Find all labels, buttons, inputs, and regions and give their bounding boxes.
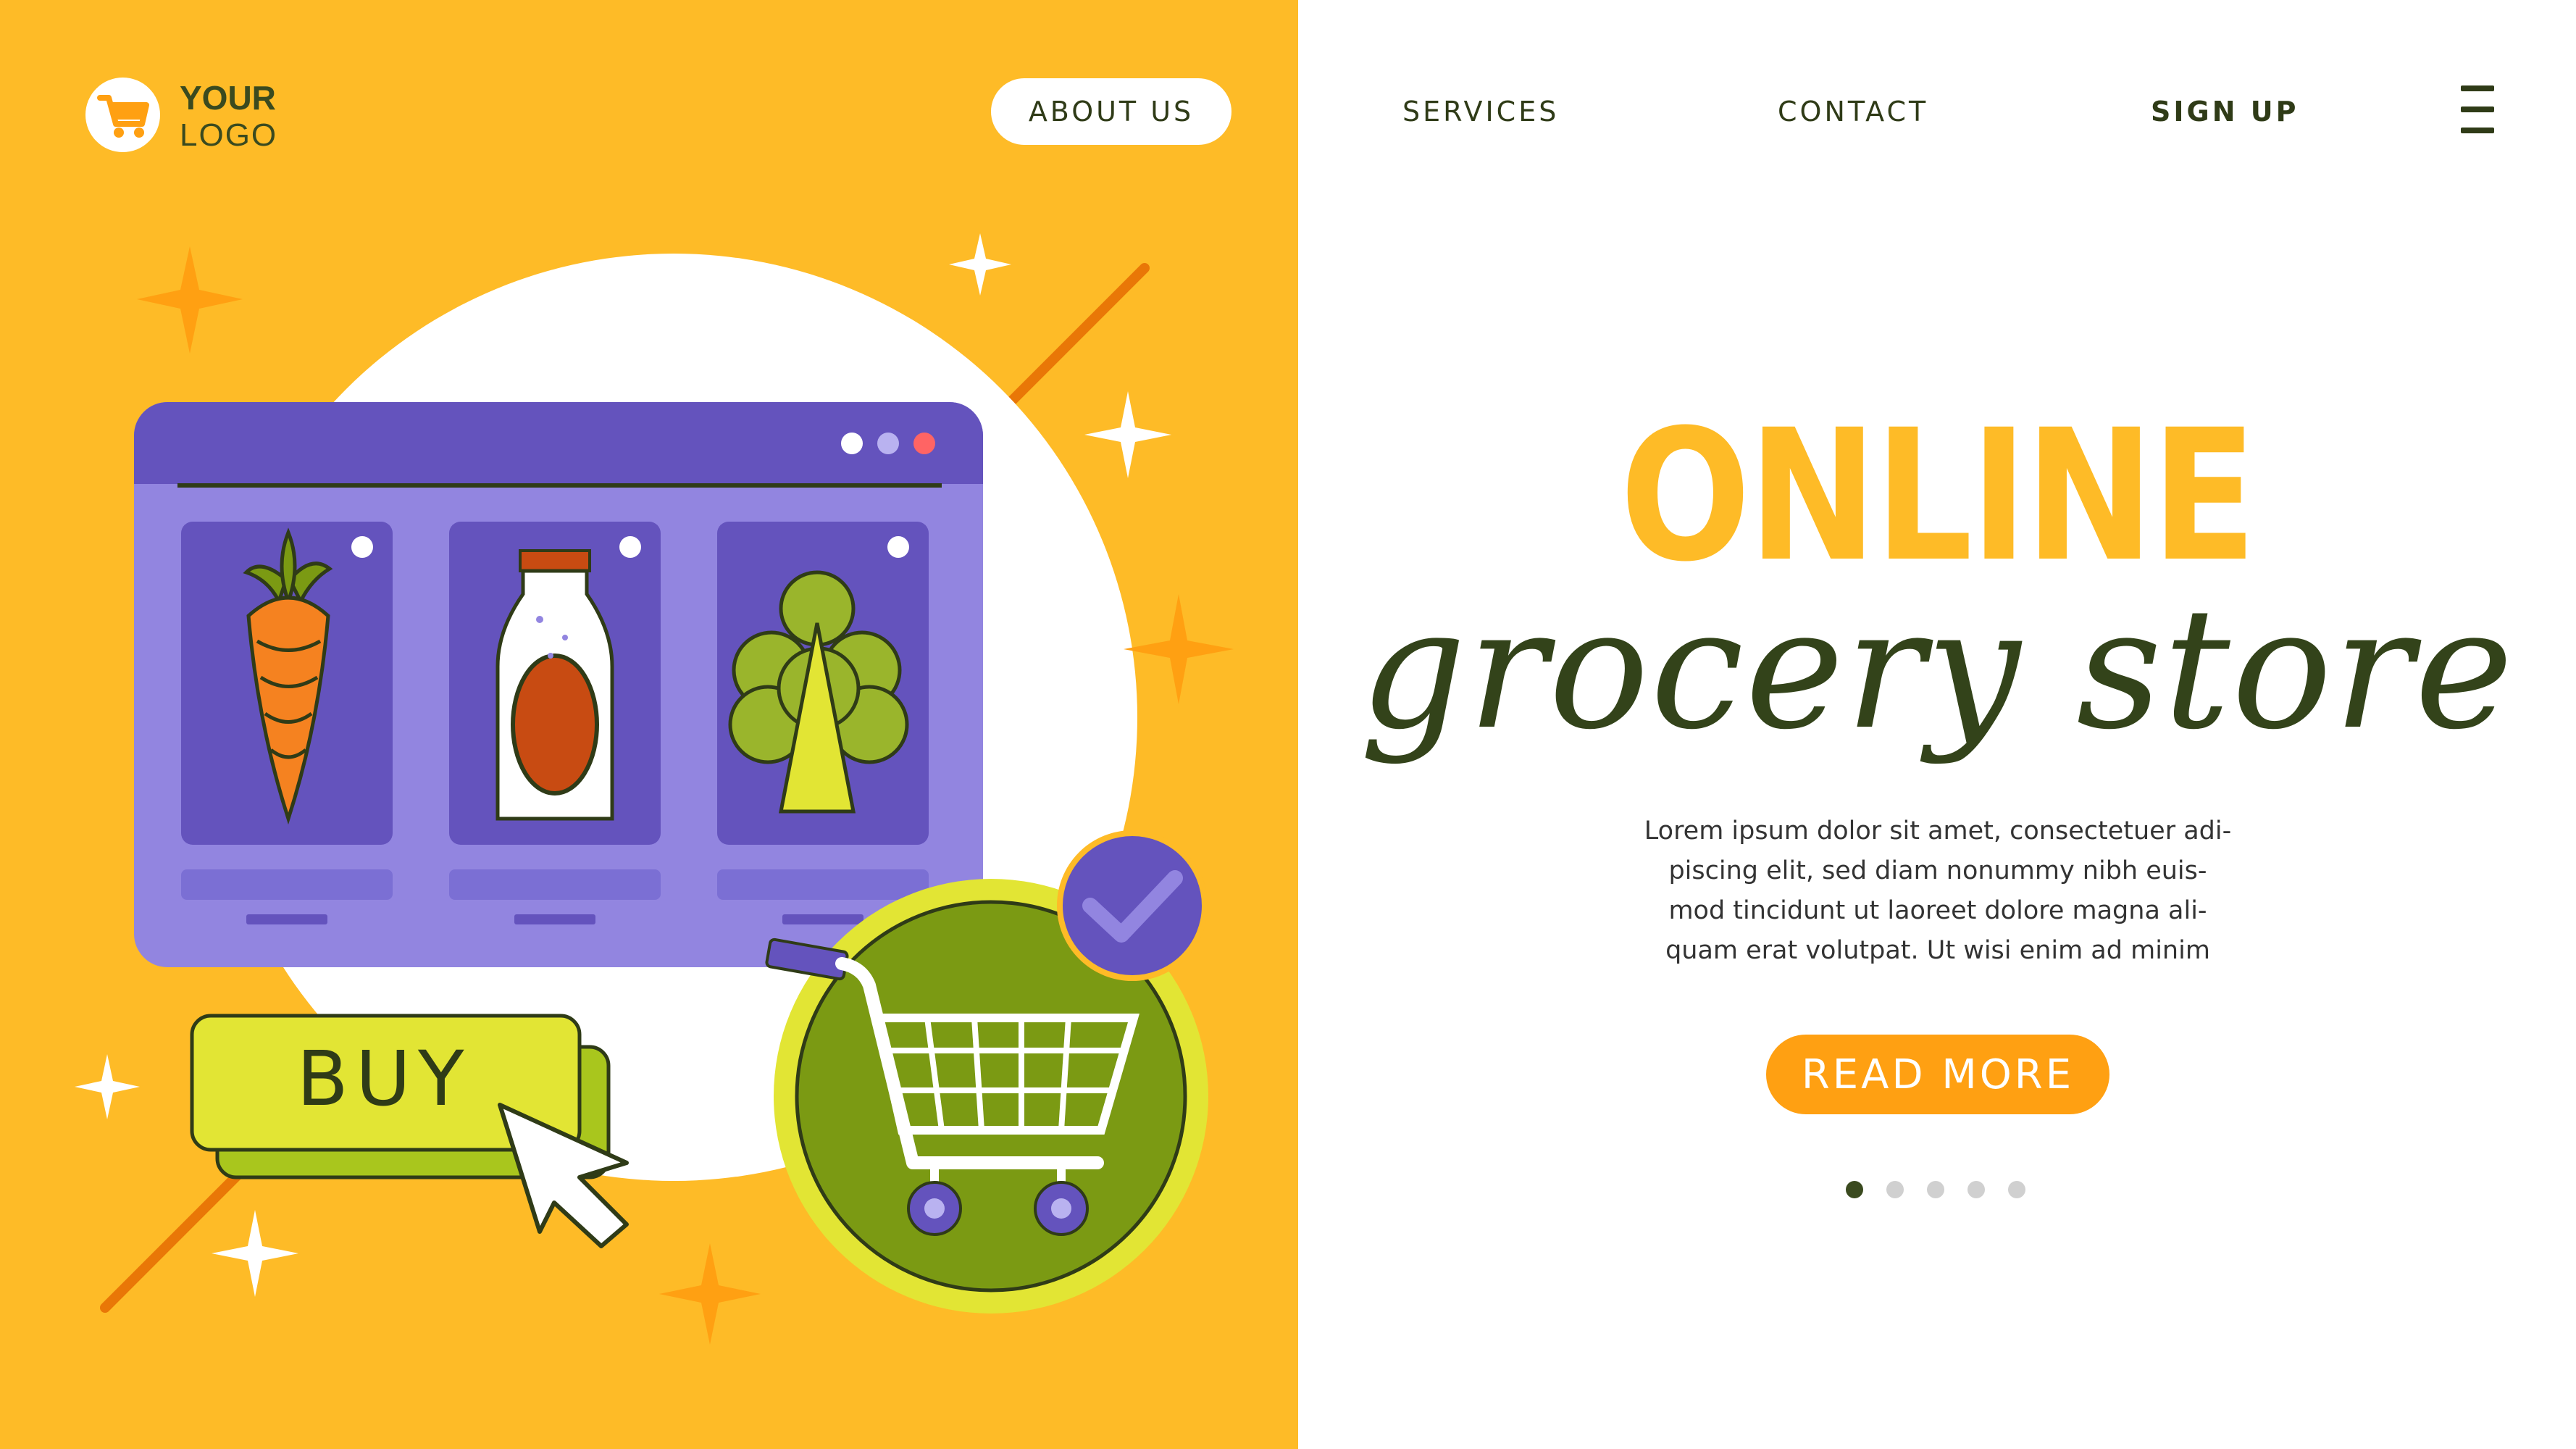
sparkle-icon [949,233,1011,296]
browser-window [134,402,983,967]
carousel-dot[interactable] [1846,1181,1863,1198]
hero-illustration-panel: BUY YOUR LOGO ABOUT US [0,0,1298,1449]
nav-contact[interactable]: CONTACT [1778,96,1928,128]
grocery-illustration: BUY [75,233,1234,1345]
hamburger-menu-icon[interactable] [2461,85,2494,133]
logo-line-1: YOUR [180,79,276,117]
window-dot [841,433,863,454]
nav-sign-up[interactable]: SIGN UP [2151,96,2299,128]
checkmark-badge-icon [1057,830,1208,981]
hero-subtitle: grocery store [1359,573,2515,767]
carousel-pagination [1846,1181,2034,1198]
sparkle-icon [137,246,243,354]
read-more-button[interactable]: READ MORE [1766,1035,2109,1114]
nav-services[interactable]: SERVICES [1402,96,1559,128]
sparkle-icon [75,1054,140,1119]
logo-text: YOUR LOGO [180,79,277,154]
buy-label: BUY [297,1035,472,1123]
description-line: quam erat volutpat. Ut wisi enim ad mini… [1665,936,2210,965]
window-dot [877,433,899,454]
logo-line-2: LOGO [180,117,278,153]
description-line: mod tincidunt ut laoreet dolore magna al… [1668,896,2207,925]
sparkle-icon [212,1210,298,1297]
hero-title: ONLINE [1620,391,2257,601]
description-line: Lorem ipsum dolor sit amet, consectetuer… [1644,817,2232,845]
shopping-cart-icon [97,95,149,138]
carousel-dot[interactable] [1886,1181,1904,1198]
sparkle-icon [1084,391,1171,478]
logo-badge [85,78,160,152]
sparkle-icon [659,1243,761,1345]
nav-about-us[interactable]: ABOUT US [991,78,1231,145]
description-line: piscing elit, sed diam nonummy nibh euis… [1668,856,2207,885]
carousel-dot[interactable] [1967,1181,1985,1198]
hero-description: Lorem ipsum dolor sit amet, consectetuer… [1623,811,2253,971]
window-dot [913,433,935,454]
sparkle-icon [1124,594,1234,704]
logo[interactable]: YOUR LOGO [85,76,303,156]
carousel-dot[interactable] [1927,1181,1944,1198]
carousel-dot[interactable] [2008,1181,2025,1198]
